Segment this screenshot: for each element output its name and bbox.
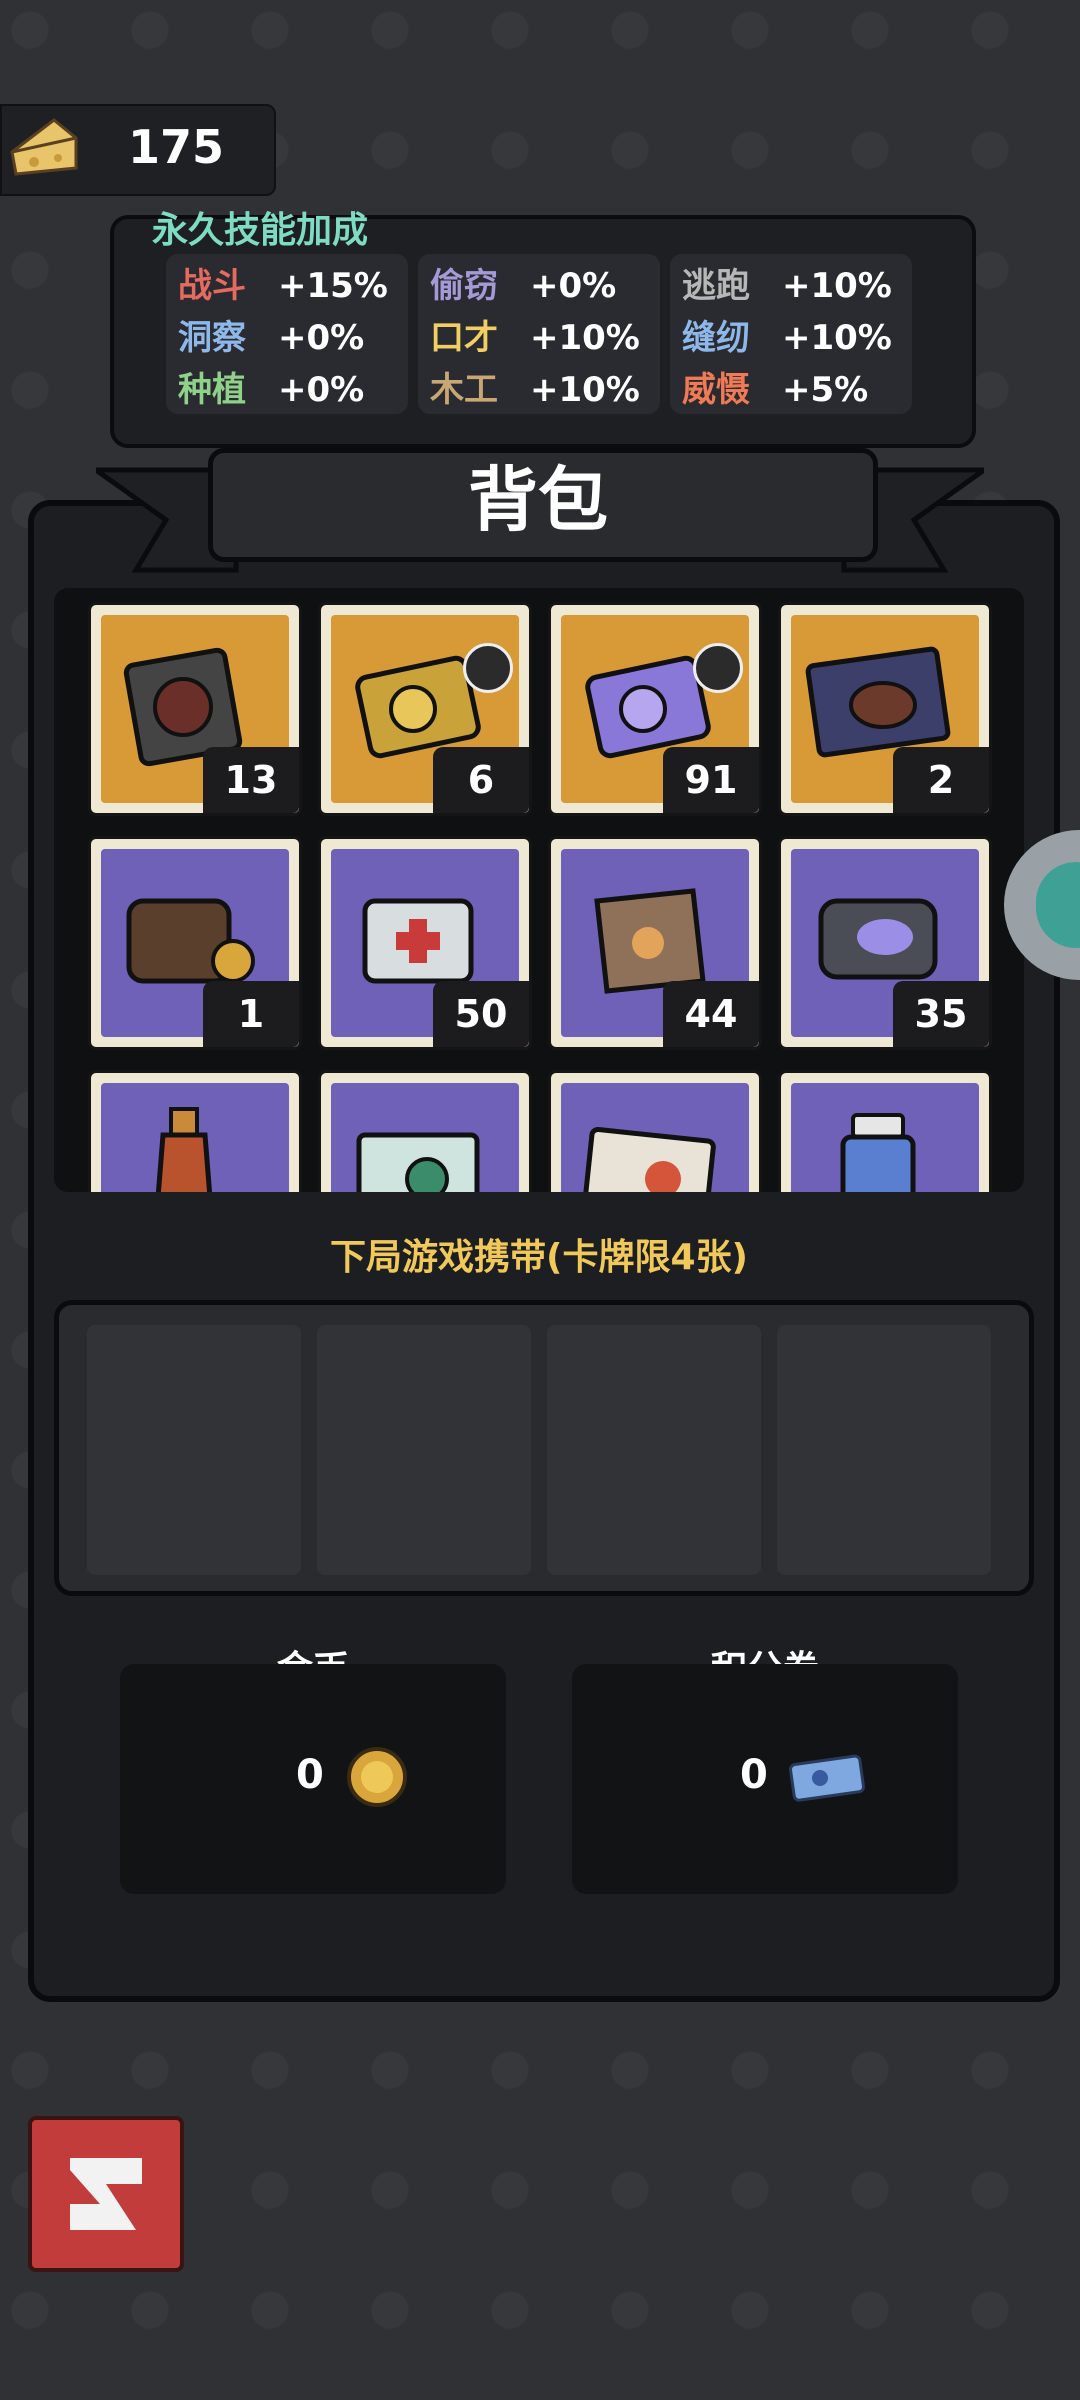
skill-row: 威慑 +5% [682, 370, 869, 410]
star-badge-icon [463, 643, 513, 693]
item-card-gold-card-pack[interactable]: 6 [318, 602, 532, 816]
backpack-title: 背包 [468, 459, 608, 541]
back-arrow-icon [70, 2158, 142, 2230]
gold-value: 0 [296, 1752, 324, 1798]
points-value: 0 [740, 1752, 768, 1798]
item-count: 35 [893, 981, 989, 1047]
skills-title: 永久技能加成 [152, 210, 369, 251]
skill-row: 逃跑 +10% [682, 266, 892, 306]
star-badge-icon [693, 643, 743, 693]
item-count: 2 [893, 747, 989, 813]
item-count: 50 [433, 981, 529, 1047]
sauce-bottle-icon [155, 1107, 213, 1192]
item-card-sauce-bottle[interactable] [88, 1070, 302, 1192]
back-button[interactable] [28, 2116, 184, 2272]
cheese-count: 175 [128, 120, 225, 174]
item-card-blob-case[interactable]: 35 [778, 836, 992, 1050]
carry-label: 下局游戏携带(卡牌限4张) [330, 1237, 748, 1278]
item-card-purple-card-pack[interactable]: 91 [548, 602, 762, 816]
skill-row: 木工 +10% [430, 370, 640, 410]
item-count: 6 [433, 747, 529, 813]
skill-row: 种植 +0% [178, 370, 365, 410]
item-card-first-aid-kit[interactable]: 50 [318, 836, 532, 1050]
fire-book-icon [580, 1126, 716, 1192]
gold-coin-icon [347, 1747, 407, 1807]
item-card-paper-bag[interactable]: 44 [548, 836, 762, 1050]
item-card-virus-box[interactable] [318, 1070, 532, 1192]
item-card-fire-book[interactable] [548, 1070, 762, 1192]
skill-group-3: 逃跑 +10% 缝纫 +10% 威慑 +5% [670, 254, 912, 414]
cheese-icon [10, 118, 78, 176]
carry-slot-1[interactable] [87, 1325, 301, 1575]
skill-row: 口才 +10% [430, 318, 640, 358]
carry-slots-area [54, 1300, 1034, 1596]
item-card-cassette-pack[interactable]: 13 [88, 602, 302, 816]
skill-row: 战斗 +15% [178, 266, 388, 306]
skill-group-1: 战斗 +15% 洞察 +0% 种植 +0% [166, 254, 408, 414]
skill-row: 偷窃 +0% [430, 266, 617, 306]
item-count: 91 [663, 747, 759, 813]
item-count: 13 [203, 747, 299, 813]
skill-group-2: 偷窃 +0% 口才 +10% 木工 +10% [418, 254, 660, 414]
item-card-wallet-coins[interactable]: 1 [88, 836, 302, 1050]
inventory-grid[interactable]: 13 6 91 2 1 50 44 35 [54, 588, 1024, 1192]
pill-bottle-icon [840, 1113, 916, 1192]
item-count: 44 [663, 981, 759, 1047]
virus-box-icon [356, 1132, 480, 1192]
carry-slot-3[interactable] [547, 1325, 761, 1575]
skill-row: 洞察 +0% [178, 318, 365, 358]
item-card-pill-bottle[interactable] [778, 1070, 992, 1192]
skill-row: 缝纫 +10% [682, 318, 892, 358]
item-count: 1 [203, 981, 299, 1047]
item-card-steak-meal[interactable]: 2 [778, 602, 992, 816]
carry-slot-4[interactable] [777, 1325, 991, 1575]
ticket-icon [788, 1754, 866, 1802]
carry-slot-2[interactable] [317, 1325, 531, 1575]
